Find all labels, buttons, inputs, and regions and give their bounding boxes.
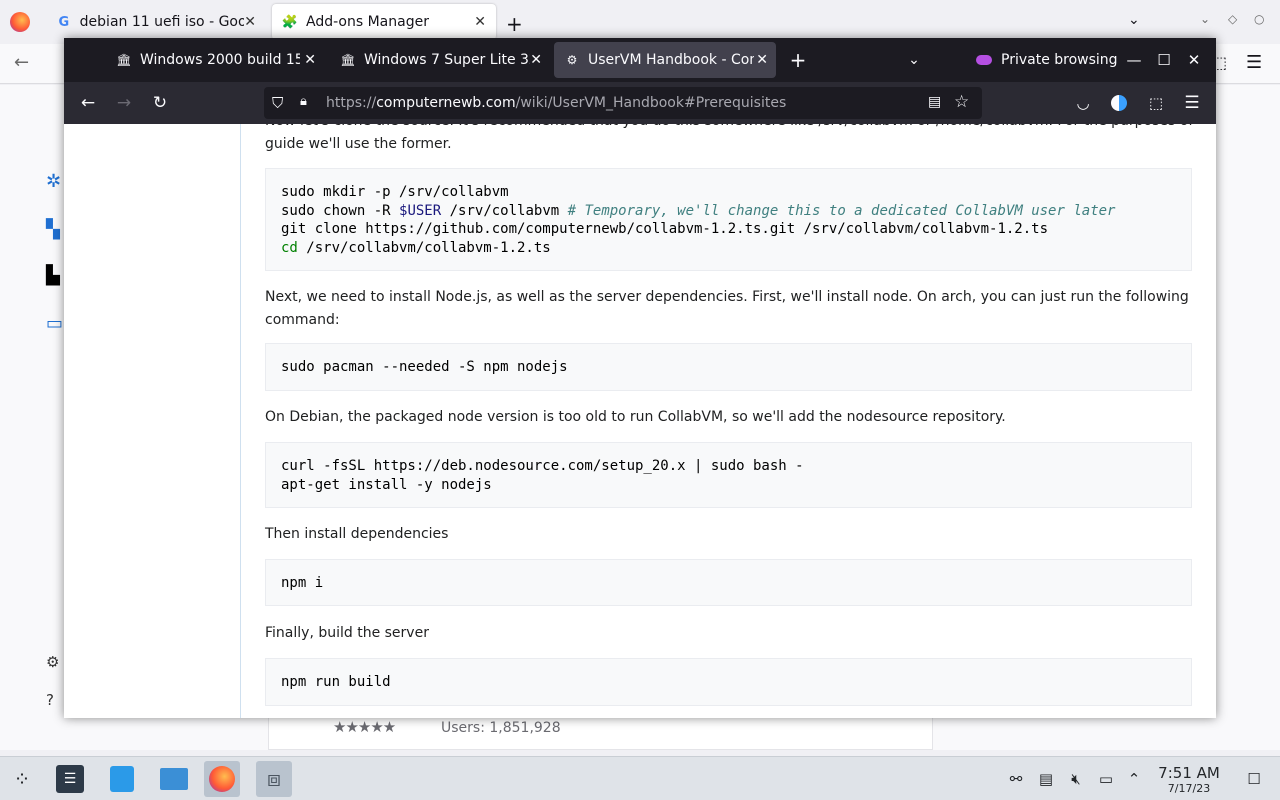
sidebar-divider [240,124,241,718]
code-block-npm-install: npm i [265,559,1192,606]
display-tray-icon[interactable]: ▭ [1096,769,1116,789]
computernewb-logo-icon: ⚙ [566,53,578,67]
puzzle-icon: 🧩 [281,14,299,30]
tab-windows-2000[interactable]: 🏛 Windows 2000 build 1580 ✕ [106,42,324,78]
paragraph-install-deps: Then install dependencies [265,526,449,542]
hamburger-menu-icon[interactable]: ☰ [1178,89,1206,117]
new-tab-plus-icon[interactable]: + [506,12,523,36]
application-launcher-icon[interactable]: ⁘ [4,761,40,797]
themes-category-icon[interactable]: ▙ [46,265,66,286]
firefox-menu-icon[interactable] [10,12,30,32]
close-icon[interactable]: ✕ [474,14,486,30]
private-mask-icon [976,55,992,65]
file-manager-icon[interactable] [156,761,192,797]
paragraph-install-node: Next, we need to install Node.js, as wel… [265,289,1189,328]
paragraph-clone-intro: Now let's clone the source. It's recomme… [265,124,1192,133]
tab-windows-7-super-lite[interactable]: 🏛 Windows 7 Super Lite 32-b ✕ [330,42,550,78]
hamburger-menu-icon[interactable]: ☰ [1246,52,1262,73]
list-tabs-chevron-icon[interactable]: ⌄ [1128,12,1140,28]
minimize-icon[interactable]: — [1120,46,1148,74]
private-nav-bar: ← → ↻ ⛉ 🔒︎ https://computernewb.com/wiki… [64,82,1216,124]
maximize-icon[interactable]: ☐ [1150,46,1178,74]
museum-icon: 🏛 [116,53,132,67]
reload-icon[interactable]: ↻ [146,89,174,117]
clipboard-tray-icon[interactable]: ▤ [1036,769,1056,789]
bookmark-star-icon[interactable]: ☆ [954,92,969,112]
bg-tab-addons-manager[interactable]: 🧩 Add-ons Manager ✕ [272,4,496,40]
close-window-icon[interactable]: ○ [1254,12,1264,26]
new-tab-plus-icon[interactable]: + [784,46,812,74]
private-browsing-indicator: Private browsing [976,46,1118,74]
paragraph-build-server: Finally, build the server [265,625,429,641]
forward-arrow-icon[interactable]: → [110,89,138,117]
google-icon: G [58,14,70,30]
recommendations-icon[interactable]: ✲ [46,171,66,192]
close-icon[interactable]: ✕ [244,14,256,30]
maximize-icon[interactable]: ◇ [1228,12,1237,26]
list-tabs-chevron-icon[interactable]: ⌄ [900,46,928,74]
close-window-icon[interactable]: ✕ [1180,46,1208,74]
bg-tab-google-search[interactable]: G debian 11 uefi iso - Google ✕ [46,4,266,40]
addon-users-count: Users: 1,851,928 [441,720,561,736]
page-content: Now let's clone the source. It's recomme… [64,124,1216,718]
virtual-machine-icon[interactable]: ⧈ [256,761,292,797]
minimize-icon[interactable]: ⌄ [1200,12,1210,26]
museum-icon: 🏛 [340,53,356,67]
back-arrow-icon[interactable]: ← [74,89,102,117]
show-desktop-icon[interactable]: ☐ [1244,769,1264,789]
pocket-icon[interactable]: ◡ [1069,89,1097,117]
private-browser-window: 🏛 Windows 2000 build 1580 ✕ 🏛 Windows 7 … [64,38,1216,718]
code-block-pacman: sudo pacman --needed -S npm nodejs [265,343,1192,391]
tab-uservm-handbook[interactable]: ⚙ UserVM Handbook - Comp ✕ [554,42,776,78]
volume-muted-icon[interactable]: 🔇︎ [1066,769,1086,789]
code-block-clone: sudo mkdir -p /srv/collabvm sudo chown -… [265,168,1192,271]
url-bar[interactable]: ⛉ 🔒︎ https://computernewb.com/wiki/UserV… [264,87,982,119]
show-hidden-chevron-icon[interactable]: ⌃ [1124,769,1144,789]
dark-reader-extension-icon[interactable] [1105,89,1133,117]
back-arrow-icon[interactable]: ← [14,52,29,73]
lock-icon[interactable]: 🔒︎ [300,94,307,109]
private-tab-bar: 🏛 Windows 2000 build 1580 ✕ 🏛 Windows 7 … [64,38,1216,82]
extensions-category-icon[interactable]: ▚ [46,219,66,240]
close-icon[interactable]: ✕ [756,52,768,68]
close-icon[interactable]: ✕ [304,52,316,68]
rating-stars-icon: ★★★★★ [333,718,396,736]
extensions-icon[interactable]: ⬚ [1142,89,1170,117]
plugins-category-icon[interactable]: ▭ [46,313,66,334]
network-tray-icon[interactable]: ⚯ [1006,769,1026,789]
discover-store-icon[interactable] [104,761,140,797]
firefox-taskbar-icon[interactable] [204,761,240,797]
reader-view-icon[interactable]: ▤ [928,94,941,110]
taskbar: ⁘ ☰ ⧈ ⚯ ▤ 🔇︎ ▭ ⌃ 7:51 AM 7/17/23 ☐ [0,756,1280,800]
code-block-nodesource: curl -fsSL https://deb.nodesource.com/se… [265,442,1192,508]
paragraph-debian-nodesource: On Debian, the packaged node version is … [265,409,1006,425]
system-settings-icon[interactable]: ☰ [52,761,88,797]
tracking-protection-shield-icon[interactable]: ⛉ [272,94,283,112]
url-text[interactable]: https://computernewb.com/wiki/UserVM_Han… [326,95,786,111]
paragraph-clone-intro-cont: guide we'll use the former. [265,136,452,152]
close-icon[interactable]: ✕ [530,52,542,68]
settings-gear-icon[interactable]: ⚙ [46,653,66,673]
code-block-npm-build: npm run build [265,658,1192,706]
help-icon[interactable]: ? [46,691,66,711]
clock[interactable]: 7:51 AM 7/17/23 [1152,765,1226,796]
